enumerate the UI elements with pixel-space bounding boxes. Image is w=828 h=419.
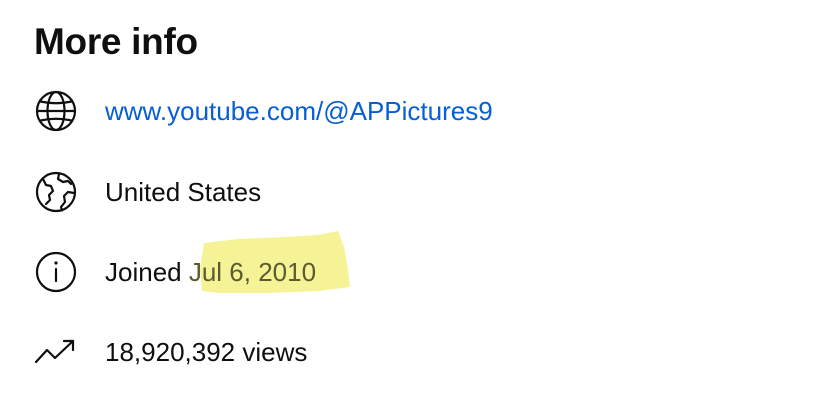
views-text: 18,920,392 views xyxy=(105,337,308,367)
trending-icon xyxy=(34,330,78,374)
more-info-panel: More info www.youtube.com/@APPictures9 U… xyxy=(0,0,828,419)
info-icon xyxy=(34,250,78,294)
joined-date: Jul 6, 2010 xyxy=(188,257,317,287)
joined-prefix: Joined xyxy=(105,257,189,287)
views-row: 18,920,392 views xyxy=(0,330,828,374)
globe-icon xyxy=(34,89,78,133)
website-link[interactable]: www.youtube.com/@APPictures9 xyxy=(105,93,493,129)
website-row: www.youtube.com/@APPictures9 xyxy=(0,89,828,133)
location-row: United States xyxy=(0,170,828,214)
location-text: United States xyxy=(105,177,262,207)
earth-icon xyxy=(34,170,78,214)
joined-text: Joined Jul 6, 2010 xyxy=(105,254,316,290)
joined-row: Joined Jul 6, 2010 xyxy=(0,250,828,294)
section-title: More info xyxy=(34,21,198,62)
